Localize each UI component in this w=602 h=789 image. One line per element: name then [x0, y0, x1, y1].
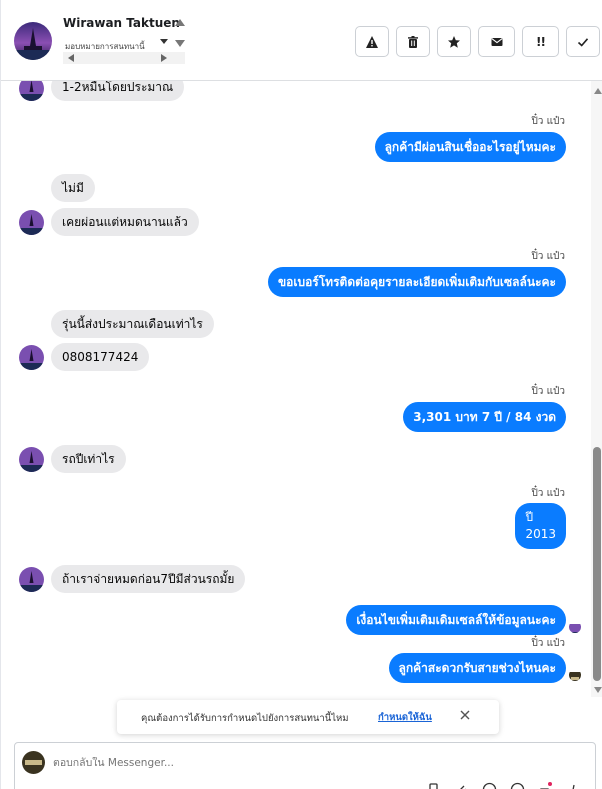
mark-done-button[interactable]	[566, 26, 600, 57]
incoming-message[interactable]: 0808177424	[51, 343, 150, 371]
sender-name: ปิ๋ว แป๋ว	[531, 386, 565, 397]
contact-avatar-small	[19, 567, 44, 592]
like-icon[interactable]	[537, 781, 554, 789]
sender-name: ปิ๋ว แป๋ว	[531, 116, 565, 127]
sender-name: ปิ๋ว แป๋ว	[531, 251, 565, 262]
seen-avatar	[569, 621, 581, 633]
close-icon[interactable]	[458, 708, 472, 722]
incoming-message[interactable]: รุ่นนี้ส่งประมาณเดือนเท่าไร	[51, 310, 214, 338]
check-icon	[577, 37, 589, 47]
outgoing-message[interactable]: ปี 2013	[515, 503, 566, 549]
incoming-message[interactable]: เคยผ่อนแต่หมดนานแล้ว	[51, 208, 199, 236]
conversation-toolbar: !!	[355, 26, 600, 57]
chevron-down-icon[interactable]	[160, 39, 168, 44]
spam-icon	[366, 35, 378, 48]
contact-avatar-small	[19, 345, 44, 370]
star-icon	[448, 35, 460, 48]
important-label: !!	[536, 34, 546, 49]
star-button[interactable]	[437, 26, 471, 57]
more-icon[interactable]	[565, 781, 582, 789]
outgoing-message[interactable]: 3,301 บาท 7 ปี / 84 งวด	[403, 402, 566, 432]
outgoing-message[interactable]: ลูกค้าสะดวกรับสายช่วงไหนคะ	[388, 653, 566, 683]
contact-avatar[interactable]	[14, 22, 52, 60]
incoming-message[interactable]: ถ้าเราจ่ายหมดก่อน7ปีมีส่วนรถมั้ย	[51, 565, 246, 593]
assign-banner-text: คุณต้องการได้รับการกำหนดไปยังการสนทนานี้…	[141, 713, 349, 724]
scroll-up-arrow-icon[interactable]	[594, 88, 602, 94]
outgoing-message[interactable]: ลูกค้ามีผ่อนสินเชื่ออะไรอยู่ไหมคะ	[374, 132, 566, 162]
contact-avatar-small	[19, 447, 44, 472]
envelope-icon	[490, 37, 503, 46]
gif-icon[interactable]	[509, 781, 526, 789]
message-list: 1-2หมื่นโดยประมาณ ปิ๋ว แป๋ว ลูกค้ามีผ่อน…	[1, 81, 591, 690]
scroll-left-icon[interactable]	[68, 54, 74, 62]
emoji-icon[interactable]	[481, 781, 498, 789]
outgoing-message-line: ปี	[525, 510, 534, 524]
delete-button[interactable]	[396, 26, 430, 57]
outgoing-message-line: 2013	[525, 527, 556, 541]
trash-icon	[408, 35, 418, 48]
outgoing-message[interactable]: ขอเบอร์โทรติดต่อคุยรายละเอียดเพิ่มเติมกั…	[267, 267, 566, 297]
mark-spam-button[interactable]	[355, 26, 389, 57]
reply-composer	[14, 742, 596, 789]
reply-input[interactable]	[53, 757, 453, 769]
composer-toolbar	[425, 781, 582, 789]
scroll-right-icon[interactable]	[161, 54, 167, 62]
scroll-up-icon[interactable]	[175, 19, 185, 26]
mark-important-button[interactable]: !!	[522, 26, 559, 57]
page-avatar	[22, 751, 45, 774]
sender-name: ปิ๋ว แป๋ว	[531, 638, 565, 649]
seen-avatar	[569, 669, 581, 681]
incoming-message[interactable]: ไม่มี	[51, 174, 95, 202]
sender-name: ปิ๋ว แป๋ว	[531, 488, 565, 499]
incoming-message[interactable]: 1-2หมื่นโดยประมาณ	[51, 81, 185, 101]
contact-avatar-small	[19, 81, 44, 101]
conversation-header: Wirawan Taktuen มอบหมายการสนทนานี้ !!	[1, 0, 602, 81]
contact-name: Wirawan Taktuen	[63, 16, 180, 30]
assign-banner: คุณต้องการได้รับการกำหนดไปยังการสนทนานี้…	[117, 700, 499, 734]
mark-unread-button[interactable]	[478, 26, 515, 57]
scrollbar-thumb[interactable]	[593, 447, 601, 681]
contact-avatar-small	[19, 210, 44, 235]
scroll-down-arrow-icon[interactable]	[594, 687, 602, 693]
assign-conversation-dropdown[interactable]: มอบหมายการสนทนานี้	[65, 40, 145, 53]
scroll-down-icon[interactable]	[175, 40, 185, 47]
messenger-inbox-thread: Wirawan Taktuen มอบหมายการสนทนานี้ !! 1-…	[0, 0, 602, 789]
incoming-message[interactable]: รถปีเท่าไร	[51, 445, 126, 473]
assign-to-me-link[interactable]: กำหนดให้ฉัน	[378, 710, 432, 725]
saved-reply-icon[interactable]	[425, 781, 442, 789]
attach-icon[interactable]	[453, 781, 470, 789]
message-scrollbar[interactable]	[591, 81, 602, 697]
outgoing-message[interactable]: เงื่อนไขเพิ่มเติมเดิมเซลล์ให้ข้อมูลนะคะ	[346, 605, 566, 635]
